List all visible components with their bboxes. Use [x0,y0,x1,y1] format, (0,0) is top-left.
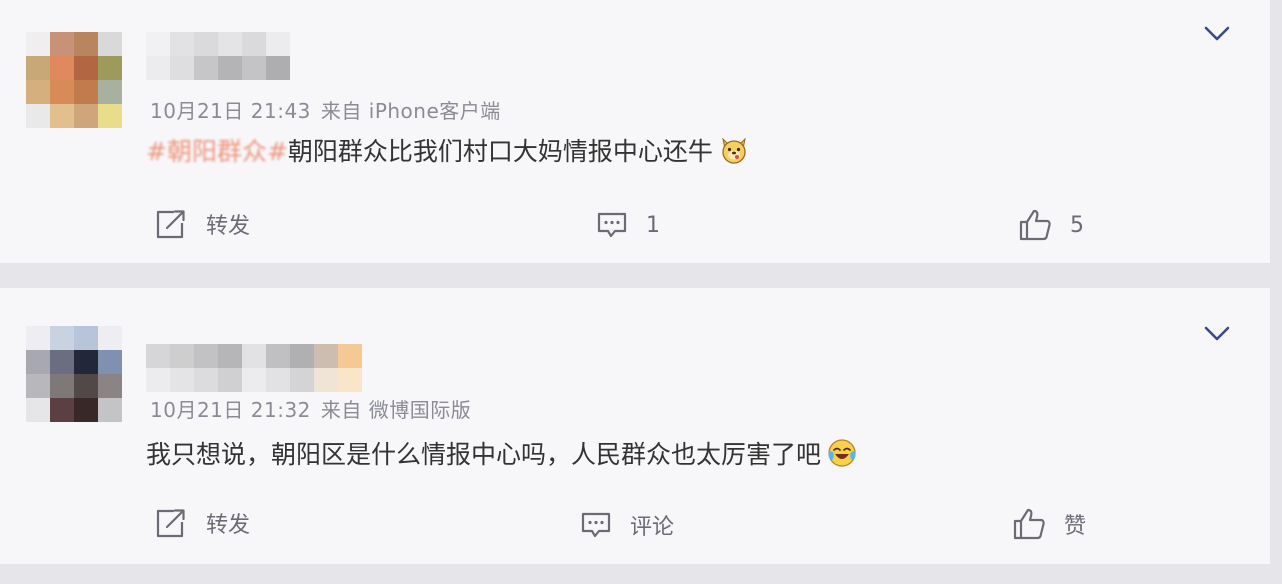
comment-timestamp: 10月21日 21:32 [150,398,311,422]
comment-text: 我只想说，朝阳区是什么情报中心吗，人民群众也太厉害了吧 [146,435,857,471]
like-count: 5 [1070,212,1084,238]
comment-source: 来自 iPhone客户端 [320,99,501,123]
username[interactable] [146,344,362,392]
repost-label: 转发 [206,214,251,239]
thumbs-up-icon [1019,209,1051,241]
comment-icon [581,512,611,538]
repost-icon [156,210,185,239]
comment-icon [597,212,627,238]
comment-timestamp: 10月21日 21:43 [150,99,311,123]
like-button[interactable]: 赞 [1012,507,1086,541]
comment-body: 我只想说，朝阳区是什么情报中心吗，人民群众也太厉害了吧 [146,440,822,469]
comment-label: 评论 [630,515,675,540]
laugh-cry-icon [828,439,856,467]
comment-meta: 10月21日 21:43 来自 iPhone客户端 [150,95,501,124]
repost-icon [156,509,185,538]
repost-button[interactable]: 转发 [154,507,250,539]
thumbs-up-icon [1013,508,1045,540]
avatar[interactable] [26,32,122,128]
comment-card: 10月21日 21:32 来自 微博国际版 我只想说，朝阳区是什么情报中心吗，人民… [0,288,1270,564]
comment-meta: 10月21日 21:32 来自 微博国际版 [150,394,471,423]
like-label: 赞 [1064,514,1087,539]
username[interactable] [146,32,290,80]
comment-count: 1 [646,212,660,238]
chevron-down-icon[interactable] [1204,26,1230,42]
comment-button[interactable]: 1 [596,210,660,240]
repost-button[interactable]: 转发 [154,208,250,240]
comment-source: 来自 微博国际版 [320,398,472,422]
comment-button[interactable]: 评论 [580,509,674,541]
like-button[interactable]: 5 [1018,208,1084,242]
repost-label: 转发 [206,513,251,538]
comment-body: 朝阳群众比我们村口大妈情报中心还牛 [287,137,713,166]
hashtag-link[interactable]: #朝阳群众# [146,132,288,168]
doge-icon [722,137,746,164]
comment-text: #朝阳群众# 朝阳群众比我们村口大妈情报中心还牛 [146,132,749,168]
comment-card: 10月21日 21:43 来自 iPhone客户端 #朝阳群众# 朝阳群众比我们村口… [0,0,1270,263]
avatar[interactable] [26,326,122,422]
chevron-down-icon[interactable] [1204,326,1230,342]
